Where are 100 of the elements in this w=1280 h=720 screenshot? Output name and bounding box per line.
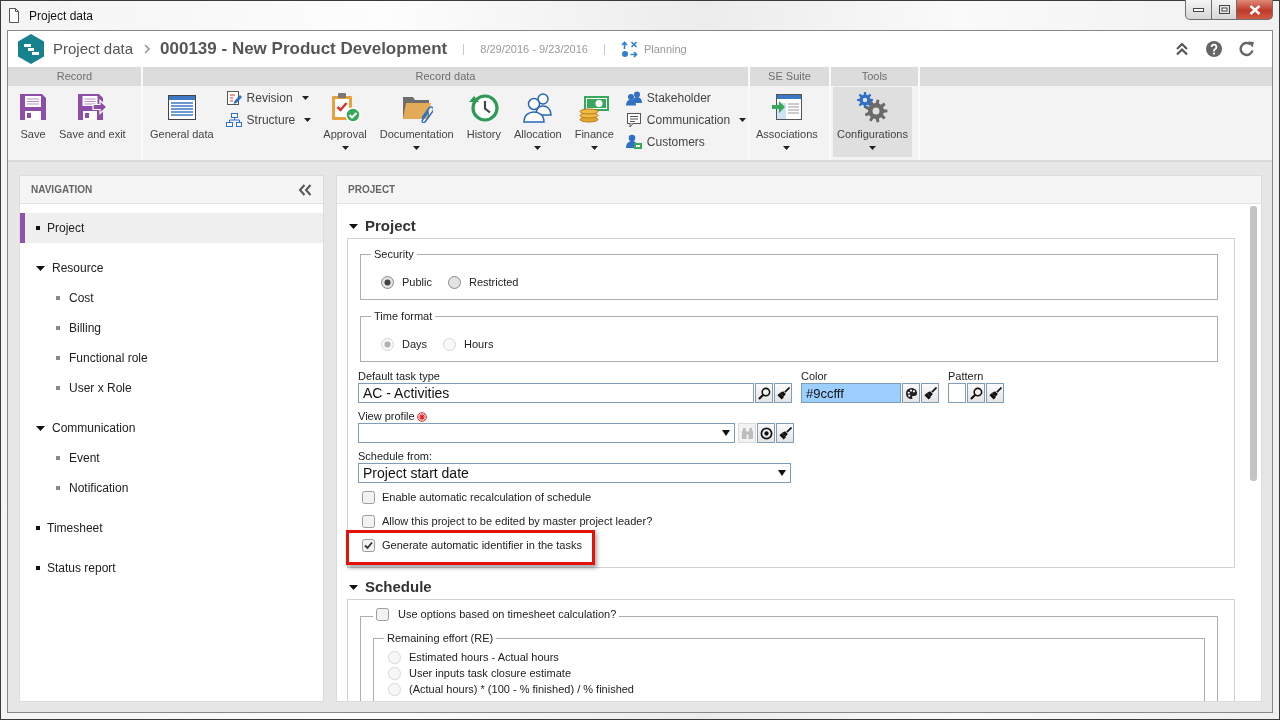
section-toggle[interactable]: Project [347, 214, 1235, 238]
chevron-right-icon [144, 44, 151, 54]
bullet-icon [56, 386, 60, 390]
radio-label: (Actual hours) * (100 - % finished) / % finished [409, 681, 634, 697]
hexagon-logo-icon [17, 34, 45, 64]
checkbox[interactable] [362, 514, 375, 528]
field-label: Default task type [358, 370, 440, 383]
ribbon-button[interactable]: Associations [752, 87, 822, 157]
panel-title: PROJECT [348, 183, 396, 197]
org-chart-icon [225, 112, 242, 128]
radio-button[interactable] [447, 275, 461, 289]
clock-icon [467, 91, 500, 123]
bullet-icon [56, 296, 60, 300]
nav-item[interactable]: Event [20, 443, 323, 473]
phase-label: Planning [643, 41, 687, 57]
ribbon-button[interactable]: Approval [319, 87, 371, 157]
close-icon [1248, 4, 1261, 15]
ribbon-button[interactable]: Stakeholder [623, 87, 749, 109]
radio-label: Restricted [468, 274, 519, 290]
minimize-button[interactable] [1185, 0, 1212, 20]
nav-item[interactable]: Project [20, 213, 323, 243]
group-legend: Remaining effort (RE) [384, 632, 497, 645]
gears-icon [856, 91, 889, 123]
minimize-icon [1193, 7, 1204, 12]
nav-item[interactable]: Billing [20, 313, 323, 343]
search-button[interactable] [967, 383, 985, 403]
radio-button[interactable] [381, 275, 394, 289]
bullet-icon [56, 486, 60, 490]
ribbon-button[interactable]: Finance [570, 87, 618, 157]
search-icon [757, 386, 771, 400]
clipboard-check-icon [329, 91, 361, 123]
checkbox[interactable] [362, 490, 375, 504]
caret-down-icon [778, 470, 786, 476]
refresh-icon[interactable] [1239, 41, 1256, 57]
group-label: SE Suite [750, 67, 829, 86]
checkbox[interactable] [376, 608, 389, 621]
search-button[interactable] [755, 383, 773, 403]
floppy-disk-arrow-icon [76, 91, 109, 123]
bullet-icon [36, 226, 40, 230]
search-icon [969, 386, 983, 400]
ribbon-button[interactable]: Structure [223, 109, 314, 131]
ribbon-button[interactable]: General data [146, 87, 218, 157]
binoculars-icon [740, 426, 754, 440]
broom-button[interactable] [776, 423, 794, 443]
ribbon-button[interactable]: Customers [623, 131, 749, 153]
ribbon-button[interactable]: Documentation [375, 87, 458, 157]
record-title: 000139 - New Product Development [160, 38, 448, 61]
ribbon-button[interactable]: Configurations [833, 87, 912, 157]
broom-icon [778, 426, 792, 440]
checkbox-label: Generate automatic identifier in the tasks [382, 537, 582, 553]
field-label: View profile [358, 410, 415, 423]
text-field[interactable]: AC - Activities [358, 383, 754, 403]
ribbon-button[interactable]: Save [13, 87, 53, 157]
scrollbar-thumb[interactable] [1250, 206, 1257, 481]
maximize-button[interactable] [1212, 0, 1237, 20]
broom-button[interactable] [986, 383, 1004, 403]
color-field[interactable]: #9ccfff [801, 383, 901, 403]
pencil-document-icon [225, 90, 242, 106]
window-title: Project data [29, 7, 94, 25]
group-legend: Time format [371, 310, 436, 323]
palette-button[interactable] [902, 383, 920, 403]
bullet-icon [36, 566, 40, 570]
broom-button[interactable] [921, 383, 939, 403]
double-chevron-up-icon[interactable] [1175, 42, 1189, 56]
checkbox-label: Use options based on timesheet calculation? [398, 608, 617, 621]
section-toggle[interactable]: Schedule [347, 575, 1235, 599]
radio-label: Days [402, 336, 428, 352]
ribbon-button[interactable]: History [462, 87, 505, 157]
nav-item[interactable]: Resource [20, 253, 323, 283]
document-icon [8, 8, 20, 23]
field-label: Color [801, 370, 828, 383]
group-legend: Security [371, 248, 417, 261]
ribbon-button[interactable]: Revision [223, 87, 314, 109]
nav-item[interactable]: Functional role [20, 343, 323, 373]
maximize-icon [1218, 5, 1230, 14]
nav-item[interactable]: Notification [20, 473, 323, 503]
ribbon-button[interactable]: Communication [623, 109, 749, 131]
help-icon[interactable] [1206, 41, 1222, 57]
nav-item[interactable]: Cost [20, 283, 323, 313]
ribbon-button[interactable]: Save and exit [55, 87, 130, 157]
nav-item[interactable]: User x Role [20, 373, 323, 403]
ribbon-button[interactable]: Allocation [509, 87, 566, 157]
close-button[interactable] [1237, 0, 1273, 20]
pattern-swatch[interactable] [948, 383, 966, 403]
people-icon [625, 90, 642, 106]
broom-button[interactable] [774, 383, 792, 403]
radio-label: Estimated hours - Actual hours [409, 649, 559, 665]
breadcrumb-link[interactable]: Project data [53, 37, 134, 61]
shuffle-arrows-icon [620, 40, 638, 58]
nav-item[interactable]: Status report [20, 553, 323, 583]
palette-icon [904, 386, 918, 400]
nav-item[interactable]: Communication [20, 413, 323, 443]
group-label: Record [8, 67, 141, 86]
nav-item[interactable]: Timesheet [20, 513, 323, 543]
bullet-icon [56, 456, 60, 460]
double-chevron-left-icon[interactable] [298, 183, 312, 196]
dropdown-field[interactable]: Project start date [358, 463, 791, 483]
checkbox[interactable] [362, 538, 375, 552]
target-button[interactable] [757, 423, 775, 443]
dropdown-field[interactable] [358, 423, 735, 443]
